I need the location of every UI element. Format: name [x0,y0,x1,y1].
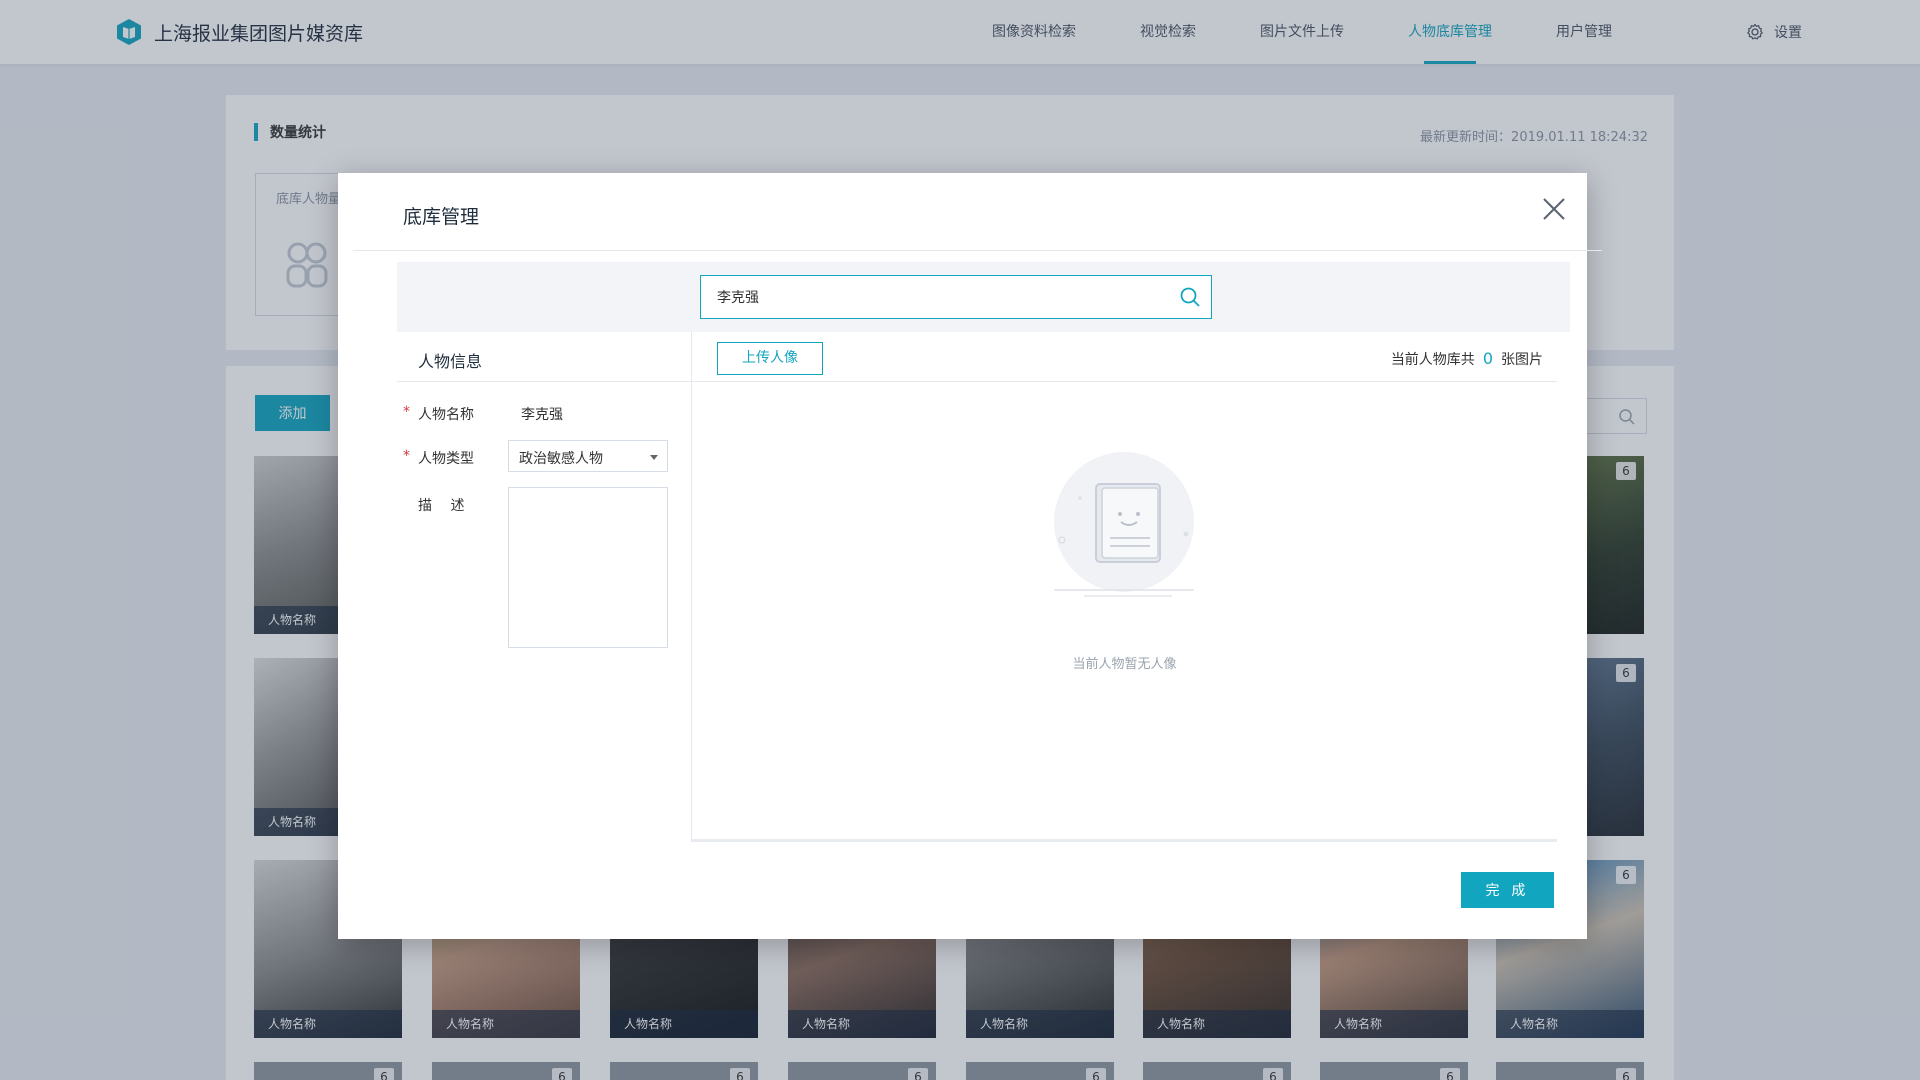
type-select[interactable]: 政治敏感人物 [508,440,668,472]
image-count: 当前人物库共 0 张图片 [1391,349,1543,369]
person-search-box [700,275,1212,319]
name-row: * 人物名称 李克强 [397,396,692,428]
caret-down-icon [650,455,658,460]
person-search-input[interactable] [701,276,1161,318]
desc-row: 描 述 [397,487,692,648]
portrait-panel: 上传人像 当前人物库共 0 张图片 当前人物暂无人像 [692,332,1557,842]
close-icon[interactable] [1540,195,1568,223]
modal-divider [353,250,1602,251]
desc-label: 描 述 [418,498,465,514]
done-button[interactable]: 完 成 [1461,872,1554,908]
person-info-header: 人物信息 [397,332,692,382]
count-suffix: 张图片 [1501,352,1543,368]
required-mark: * [403,404,410,420]
upload-portrait-button[interactable]: 上传人像 [717,342,823,375]
empty-state-illustration [1054,452,1194,597]
person-info-title: 人物信息 [418,352,483,371]
type-label: 人物类型 [418,451,474,467]
search-icon[interactable] [1179,286,1201,308]
empty-state-text: 当前人物暂无人像 [1072,657,1177,672]
person-info-panel: 人物信息 * 人物名称 李克强 * 人物类型 政治敏感人物 描 述 [397,332,692,842]
modal-title: 底库管理 [403,206,480,228]
name-value: 李克强 [521,407,563,423]
count-prefix: 当前人物库共 [1390,352,1475,368]
type-row: * 人物类型 政治敏感人物 [397,440,692,472]
panel-bottom-border [692,839,1557,842]
type-select-value: 政治敏感人物 [519,451,603,467]
required-mark: * [403,448,410,464]
description-textarea[interactable] [508,487,668,648]
name-label: 人物名称 [418,407,474,423]
portrait-panel-header: 上传人像 当前人物库共 0 张图片 [692,332,1557,382]
count-value: 0 [1482,349,1493,368]
library-management-modal: 底库管理 人物信息 * 人物名称 李克强 * 人物类型 政治敏感人物 [338,173,1602,939]
